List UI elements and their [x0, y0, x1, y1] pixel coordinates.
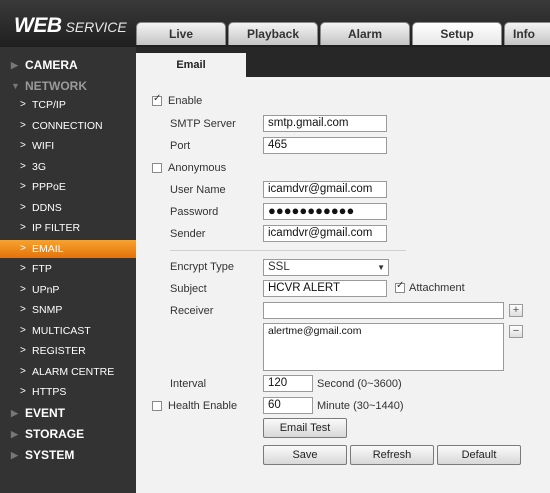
chevron-right-icon: ▶ — [11, 408, 18, 418]
main-nav: Live Playback Alarm Setup Info — [136, 22, 550, 45]
sidebar-item-multicast[interactable]: > MULTICAST — [0, 322, 136, 340]
receiver-label: Receiver — [170, 305, 214, 317]
chevron-icon: > — [20, 243, 26, 254]
sidebar-item-pppoe[interactable]: > PPPoE — [0, 178, 136, 196]
remove-receiver-button[interactable]: − — [509, 325, 523, 338]
subject-input[interactable]: HCVR ALERT — [263, 280, 387, 297]
sub-tab-bar: Email — [136, 47, 550, 77]
sender-label: Sender — [170, 228, 206, 240]
smtp-server-label: SMTP Server — [170, 118, 236, 130]
subject-label: Subject — [170, 283, 207, 295]
sidebar-item-upnp[interactable]: > UPnP — [0, 281, 136, 299]
encrypt-type-value: SSL — [268, 261, 290, 273]
chevron-right-icon: ▶ — [11, 450, 18, 460]
user-name-label: User Name — [170, 184, 226, 196]
chevron-icon: > — [20, 386, 26, 397]
anonymous-checkbox[interactable] — [152, 163, 162, 173]
save-button[interactable]: Save — [263, 445, 347, 465]
sidebar-item-snmp[interactable]: > SNMP — [0, 301, 136, 319]
encrypt-type-label: Encrypt Type — [170, 261, 234, 273]
receiver-input[interactable] — [263, 302, 504, 319]
health-interval-input[interactable]: 60 — [263, 397, 313, 414]
attachment-checkbox[interactable] — [395, 280, 405, 293]
chevron-icon: > — [20, 284, 26, 295]
sidebar-item-wifi[interactable]: > WIFI — [0, 137, 136, 155]
chevron-icon: > — [20, 120, 26, 131]
divider — [170, 250, 406, 251]
enable-label: Enable — [168, 95, 203, 107]
interval-unit: Second (0~3600) — [317, 378, 402, 390]
sidebar-system[interactable]: ▶ SYSTEM — [0, 446, 136, 464]
top-bar: WEB SERVICE Live Playback Alarm Setup Inf… — [0, 0, 550, 47]
tab-info[interactable]: Info — [504, 22, 550, 45]
sidebar-event[interactable]: ▶ EVENT — [0, 404, 136, 422]
add-receiver-button[interactable]: + — [509, 304, 523, 317]
interval-label: Interval — [170, 378, 207, 390]
sidebar-item-3g[interactable]: >3G — [0, 158, 136, 176]
chevron-right-icon: ▶ — [11, 429, 18, 439]
sidebar-item-alarm-centre[interactable]: > ALARM CENTRE — [0, 363, 136, 381]
sidebar-item-https[interactable]: > HTTPS — [0, 383, 136, 401]
tab-playback[interactable]: Playback — [228, 22, 318, 45]
chevron-icon: > — [20, 202, 26, 213]
interval-input[interactable]: 120 — [263, 375, 313, 392]
chevron-down-icon: ▼ — [377, 263, 385, 272]
chevron-icon: > — [20, 325, 26, 336]
email-test-button[interactable]: Email Test — [263, 418, 347, 438]
sidebar-camera[interactable]: ▶ CAMERA — [0, 56, 136, 74]
encrypt-type-select[interactable]: SSL ▼ — [263, 259, 389, 276]
password-label: Password — [170, 206, 219, 218]
sidebar-item-connection[interactable]: > CONNECTION — [0, 117, 136, 135]
health-enable-checkbox[interactable] — [152, 401, 162, 411]
anonymous-label: Anonymous — [168, 162, 227, 174]
tab-email[interactable]: Email — [136, 53, 246, 77]
sidebar-item-email[interactable]: > EMAIL — [0, 240, 136, 258]
enable-checkbox[interactable] — [152, 93, 162, 106]
sidebar-item-register[interactable]: > REGISTER — [0, 342, 136, 360]
chevron-icon: > — [20, 304, 26, 315]
user-name-input[interactable]: icamdvr@gmail.com — [263, 181, 387, 198]
logo-sub: SERVICE — [65, 19, 127, 35]
receiver-list-item[interactable]: alertme@gmail.com — [268, 325, 503, 337]
sidebar-item-ftp[interactable]: > FTP — [0, 260, 136, 278]
sidebar-item-tcpip[interactable]: > TCP/IP — [0, 96, 136, 114]
chevron-icon: > — [20, 161, 26, 172]
chevron-icon: > — [20, 345, 26, 356]
chevron-right-icon: ▶ — [11, 60, 18, 70]
smtp-server-input[interactable]: smtp.gmail.com — [263, 115, 387, 132]
chevron-icon: > — [20, 263, 26, 274]
logo: WEB SERVICE — [14, 14, 127, 38]
receiver-list[interactable]: alertme@gmail.com — [263, 323, 504, 371]
health-enable-label: Health Enable — [168, 400, 238, 412]
sidebar-item-ip-filter[interactable]: > IP FILTER — [0, 219, 136, 237]
sender-input[interactable]: icamdvr@gmail.com — [263, 225, 387, 242]
chevron-icon: > — [20, 99, 26, 110]
chevron-down-icon: ▼ — [11, 81, 20, 91]
sidebar-network[interactable]: ▼ NETWORK — [0, 77, 136, 95]
content-panel: Email Enable SMTP Server smtp.gmail.com … — [136, 47, 550, 493]
tab-live[interactable]: Live — [136, 22, 226, 45]
sidebar-storage[interactable]: ▶ STORAGE — [0, 425, 136, 443]
chevron-icon: > — [20, 140, 26, 151]
port-label: Port — [170, 140, 191, 152]
sidebar: ▶ CAMERA ▼ NETWORK > TCP/IP > CONNECTION >… — [0, 47, 136, 493]
port-input[interactable]: 465 — [263, 137, 387, 154]
logo-main: WEB — [14, 14, 62, 37]
refresh-button[interactable]: Refresh — [350, 445, 434, 465]
sidebar-item-ddns[interactable]: > DDNS — [0, 199, 136, 217]
attachment-label: Attachment — [409, 282, 465, 294]
chevron-icon: > — [20, 222, 26, 233]
chevron-icon: > — [20, 181, 26, 192]
health-interval-unit: Minute (30~1440) — [317, 400, 404, 412]
default-button[interactable]: Default — [437, 445, 521, 465]
chevron-icon: > — [20, 366, 26, 377]
tab-alarm[interactable]: Alarm — [320, 22, 410, 45]
tab-setup[interactable]: Setup — [412, 22, 502, 45]
password-input[interactable]: ●●●●●●●●●●● — [263, 203, 387, 220]
